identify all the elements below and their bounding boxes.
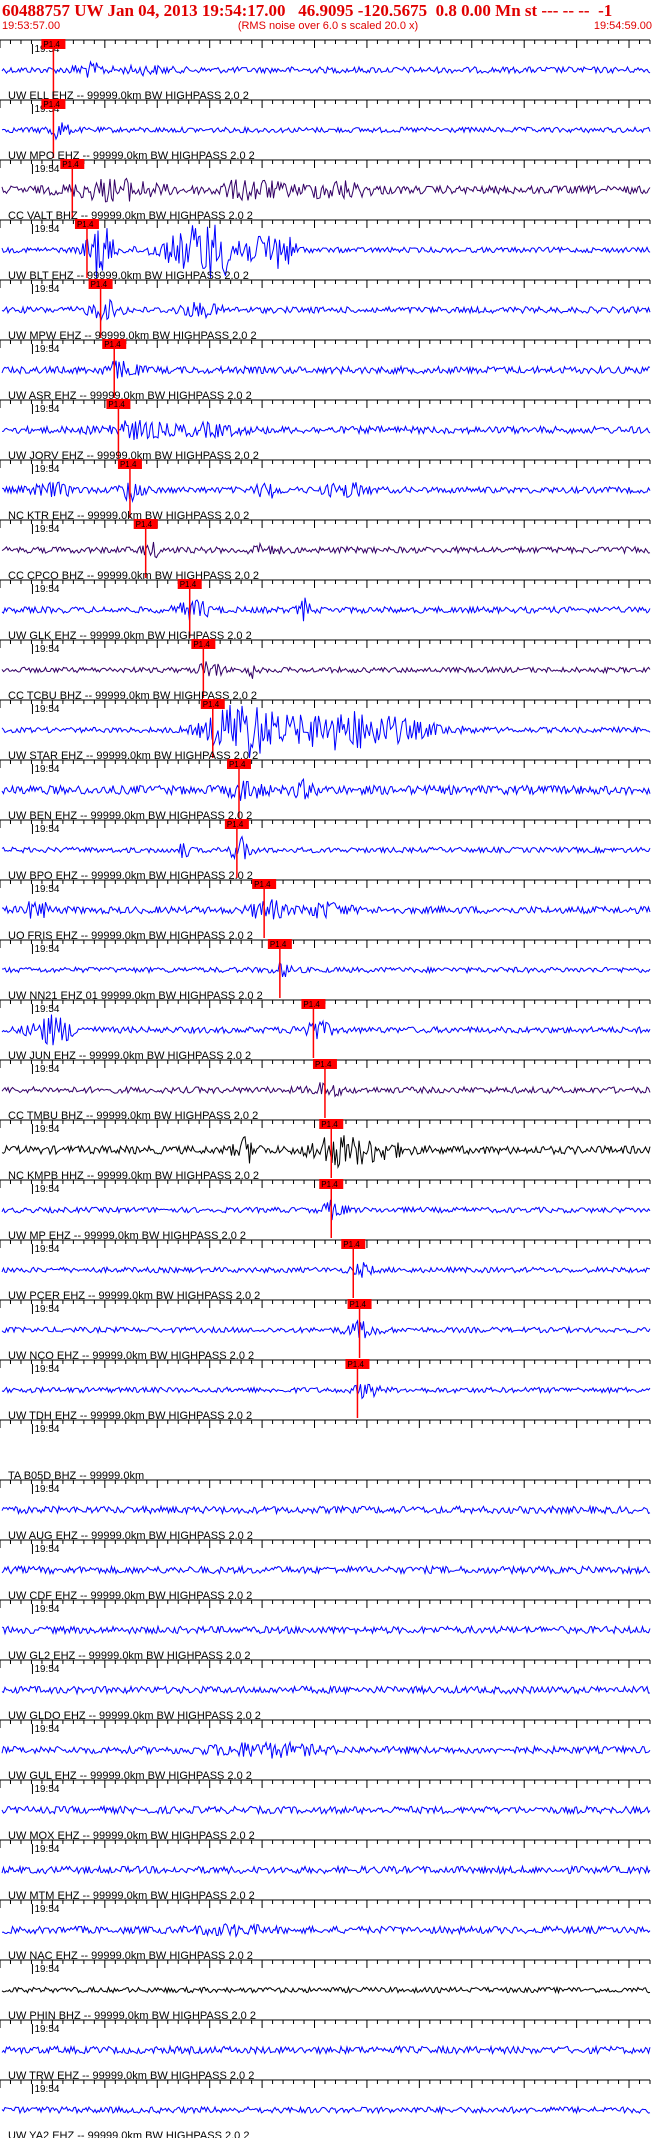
pick-label: P1.4 <box>347 1360 364 1369</box>
pick-label: P1.4 <box>203 700 220 709</box>
tick-label: 19:54 <box>34 944 59 955</box>
waveform-trace <box>1 481 651 504</box>
tick-label: 19:54 <box>34 824 59 835</box>
waveform-trace <box>1 1014 651 1046</box>
tick-label: 19:54 <box>34 1364 59 1375</box>
waveform-trace <box>1 777 651 801</box>
tick-label: 19:54 <box>34 524 59 535</box>
waveform-trace <box>1 360 651 379</box>
waveform-trace <box>1 1199 651 1221</box>
waveform-trace <box>2 961 651 978</box>
pick-label: P1.4 <box>229 760 246 769</box>
tick-label: 19:54 <box>34 644 59 655</box>
pick-label: P1.4 <box>321 1180 338 1189</box>
waveform-trace <box>1 122 651 141</box>
event-title: 60488757 UW Jan 04, 2013 19:54:17.00 46.… <box>2 1 613 20</box>
waveform-trace <box>1 899 651 920</box>
tick-label: 19:54 <box>34 1304 59 1315</box>
tick-label: 19:54 <box>34 344 59 355</box>
waveform-trace <box>1 1135 651 1170</box>
waveform-trace <box>1 1383 651 1400</box>
waveform-trace <box>1 177 651 203</box>
waveform-trace <box>1 661 651 679</box>
pick-label: P1.4 <box>180 580 197 589</box>
tick-label: 19:54 <box>34 1724 59 1735</box>
pick-label: P1.4 <box>193 640 210 649</box>
tick-label: 19:54 <box>34 1004 59 1015</box>
waveform-trace <box>1 419 651 441</box>
waveform-trace <box>1 541 651 559</box>
tick-label: 19:54 <box>34 164 59 175</box>
tick-label: 19:54 <box>34 1844 59 1855</box>
waveform-trace <box>1 1564 651 1576</box>
waveform-trace <box>1 597 651 622</box>
tick-label: 19:54 <box>34 1424 59 1435</box>
waveform-trace <box>1 835 651 861</box>
pick-label: P1.4 <box>343 1240 360 1249</box>
pick-label: P1.4 <box>43 40 60 49</box>
tick-label: 19:54 <box>34 224 59 235</box>
tick-label: 19:54 <box>34 2084 59 2095</box>
pick-label: P1.4 <box>136 520 153 529</box>
waveform-trace <box>1 1684 651 1696</box>
pick-label: P1.4 <box>254 880 271 889</box>
waveform-trace <box>1 2105 651 2115</box>
station-label: UW YA2 EHZ -- 99999.0km BW HIGHPASS 2.0 … <box>8 2130 249 2138</box>
pick-label: P1.4 <box>77 220 94 229</box>
tick-label: 19:54 <box>34 584 59 595</box>
pick-label: P1.4 <box>104 340 121 349</box>
waveform-trace <box>1 1740 651 1759</box>
tick-label: 19:54 <box>34 764 59 775</box>
tick-label: 19:54 <box>34 284 59 295</box>
pick-label: P1.4 <box>62 160 79 169</box>
waveform-trace <box>1 1624 651 1636</box>
tick-label: 19:54 <box>34 1904 59 1915</box>
tick-label: 19:54 <box>34 1184 59 1195</box>
tick-label: 19:54 <box>34 1484 59 1495</box>
waveform-trace <box>1 2044 651 2056</box>
tick-label: 19:54 <box>34 2024 59 2035</box>
end-time: 19:54:59.00 <box>593 20 652 32</box>
pick-label: P1.4 <box>91 280 108 289</box>
tick-label: 19:54 <box>34 404 59 415</box>
waveform-trace <box>1 298 651 323</box>
seismogram-chart: 19:54P1.4UW ELL EHZ -- 99999.0km BW HIGH… <box>0 39 651 2138</box>
tick-label: 19:54 <box>34 884 59 895</box>
tick-label: 19:54 <box>34 1244 59 1255</box>
pick-label: P1.4 <box>350 1300 367 1309</box>
pick-label: P1.4 <box>227 820 244 829</box>
waveform-trace <box>1 1985 651 1995</box>
tick-label: 19:54 <box>34 704 59 715</box>
waveform-trace <box>1 1804 651 1816</box>
waveform-trace <box>1 1262 650 1278</box>
waveform-trace <box>1 1319 651 1339</box>
tick-label: 19:54 <box>34 464 59 475</box>
waveform-trace <box>1 1082 651 1098</box>
tick-label: 19:54 <box>34 1604 59 1615</box>
tick-label: 19:54 <box>34 1544 59 1555</box>
tick-label: 19:54 <box>34 1124 59 1135</box>
pick-label: P1.4 <box>315 1060 332 1069</box>
pick-label: P1.4 <box>120 460 137 469</box>
rms-note: (RMS noise over 6.0 s scaled 20.0 x) <box>237 20 419 32</box>
pick-label: P1.4 <box>43 100 60 109</box>
tick-label: 19:54 <box>34 1784 59 1795</box>
waveform-trace <box>1 1504 651 1516</box>
tick-label: 19:54 <box>34 1064 59 1075</box>
tick-label: 19:54 <box>34 1664 59 1675</box>
pick-label: P1.4 <box>303 1000 320 1009</box>
tick-label: 19:54 <box>34 1964 59 1975</box>
waveform-trace <box>1 60 651 78</box>
pick-label: P1.4 <box>321 1120 338 1129</box>
pick-label: P1.4 <box>270 940 287 949</box>
waveform-trace <box>1 1922 651 1938</box>
pick-label: P1.4 <box>108 400 125 409</box>
plot-header: 60488757 UW Jan 04, 2013 19:54:17.00 46.… <box>0 0 656 38</box>
waveform-trace <box>1 1864 651 1876</box>
